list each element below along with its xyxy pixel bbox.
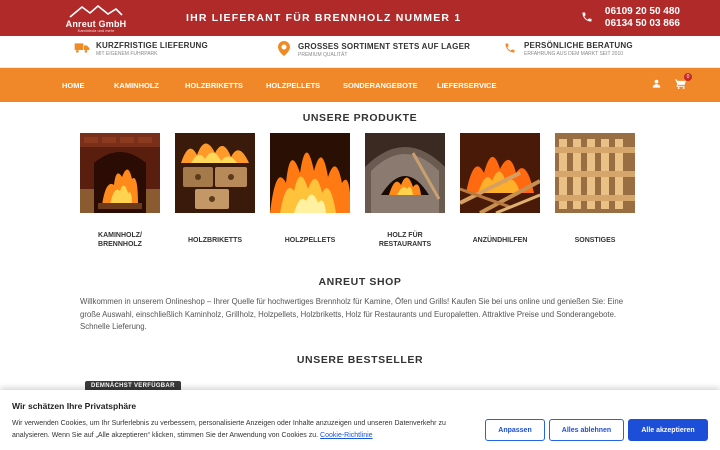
product-label: KAMINHOLZ/BRENNHOLZ [98, 232, 142, 248]
cookie-text-body: Wir verwenden Cookies, um Ihr Surferlebn… [12, 420, 446, 439]
main-nav: HOME KAMINHOLZ HOLZBRIKETTS HOLZPELLETS … [0, 68, 720, 102]
features-bar: KURZFRISTIGE LIEFERUNG MIT EIGENEM FUHRP… [0, 36, 720, 68]
feature-assortment: GROSSES SORTIMENT STETS AUF LAGER PREMIU… [276, 41, 470, 59]
cookie-accept-button[interactable]: Alle akzeptieren [628, 419, 708, 441]
products-title: UNSERE PRODUKTE [302, 112, 418, 124]
product-card-kaminholz[interactable]: KAMINHOLZ/BRENNHOLZ [80, 133, 160, 249]
product-label: HOLZ FÜR RESTAURANTS [378, 232, 432, 248]
shop-description: Willkommen in unserem Onlineshop – Ihrer… [80, 297, 624, 331]
cart-icon [675, 78, 686, 89]
header-tagline: IHR LIEFERANT FÜR BRENNHOLZ NUMMER 1 [186, 12, 462, 24]
cookie-text: Wir verwenden Cookies, um Ihr Surferlebn… [12, 418, 472, 442]
product-card-holzbriketts[interactable]: HOLZBRIKETTS [175, 133, 255, 249]
pizza-oven-image [365, 133, 445, 213]
truck-icon [74, 41, 90, 57]
phone-number-1[interactable]: 06109 20 50 480 [605, 6, 680, 18]
nav-item-kaminholz[interactable]: KAMINHOLZ [114, 81, 159, 90]
location-pin-icon [276, 41, 292, 59]
bestseller-title: UNSERE BESTSELLER [296, 354, 424, 366]
house-roof-icon [69, 4, 123, 18]
pallets-image [555, 133, 635, 213]
pellets-image [270, 133, 350, 213]
feature-title: KURZFRISTIGE LIEFERUNG [96, 41, 208, 50]
feature-title: GROSSES SORTIMENT STETS AUF LAGER [298, 42, 471, 51]
nav-item-holzbriketts[interactable]: HOLZBRIKETTS [185, 81, 243, 90]
cookie-customize-button[interactable]: Anpassen [485, 419, 545, 441]
user-icon[interactable] [652, 79, 661, 91]
cookie-reject-button[interactable]: Alles ablehnen [549, 419, 624, 441]
cookie-policy-link[interactable]: Cookie-Richtlinie [320, 432, 373, 439]
feature-subtitle: ERFAHRUNG AUS DEM MARKT SEIT 2010 [524, 51, 624, 57]
product-card-anzuendhilfen[interactable]: ANZÜNDHILFEN [460, 133, 540, 249]
feature-delivery: KURZFRISTIGE LIEFERUNG MIT EIGENEM FUHRP… [74, 41, 208, 57]
product-label: HOLZPELLETS [284, 236, 336, 244]
logo-subtitle: Kaminholz und mehr [77, 27, 115, 33]
top-bar: Anreut GmbH Kaminholz und mehr IHR LIEFE… [0, 0, 720, 36]
product-card-sonstiges[interactable]: SONSTIGES [555, 133, 635, 249]
product-card-holz-restaurants[interactable]: HOLZ FÜR RESTAURANTS [365, 133, 445, 249]
cookie-banner: Wir schätzen Ihre Privatsphäre Wir verwe… [0, 390, 720, 450]
fireplace-image [80, 133, 160, 213]
logo[interactable]: Anreut GmbH Kaminholz und mehr [58, 3, 134, 33]
phone-number-2[interactable]: 06134 50 03 866 [605, 18, 680, 30]
shop-title: ANREUT SHOP [318, 276, 402, 288]
product-categories: KAMINHOLZ/BRENNHOLZ HOLZBRIKETTS HOLZPEL… [80, 133, 635, 249]
phone-icon [581, 11, 593, 26]
cart-count-badge: 0 [684, 72, 692, 81]
product-label: ANZÜNDHILFEN [472, 236, 528, 244]
briquettes-image [175, 133, 255, 213]
nav-item-home[interactable]: HOME [62, 81, 85, 90]
feature-subtitle: PREMIUM QUALITÄT [298, 52, 348, 58]
nav-item-holzpellets[interactable]: HOLZPELLETS [266, 81, 320, 90]
feature-title: PERSÖNLICHE BERATUNG [524, 41, 633, 50]
cart-button[interactable]: 0 [675, 72, 692, 92]
phone-icon [502, 41, 518, 57]
cookie-title: Wir schätzen Ihre Privatsphäre [12, 401, 137, 411]
product-label: HOLZBRIKETTS [187, 236, 243, 244]
feature-subtitle: MIT EIGENEM FUHRPARK [96, 51, 158, 57]
nav-item-sonderangebote[interactable]: SONDERANGEBOTE [343, 81, 418, 90]
product-card-holzpellets[interactable]: HOLZPELLETS [270, 133, 350, 249]
kindling-image [460, 133, 540, 213]
nav-item-lieferservice[interactable]: LIEFERSERVICE [437, 81, 496, 90]
header-phones: 06109 20 50 480 06134 50 03 866 [581, 6, 680, 30]
feature-consulting: PERSÖNLICHE BERATUNG ERFAHRUNG AUS DEM M… [502, 41, 633, 57]
product-label: SONSTIGES [574, 236, 616, 244]
